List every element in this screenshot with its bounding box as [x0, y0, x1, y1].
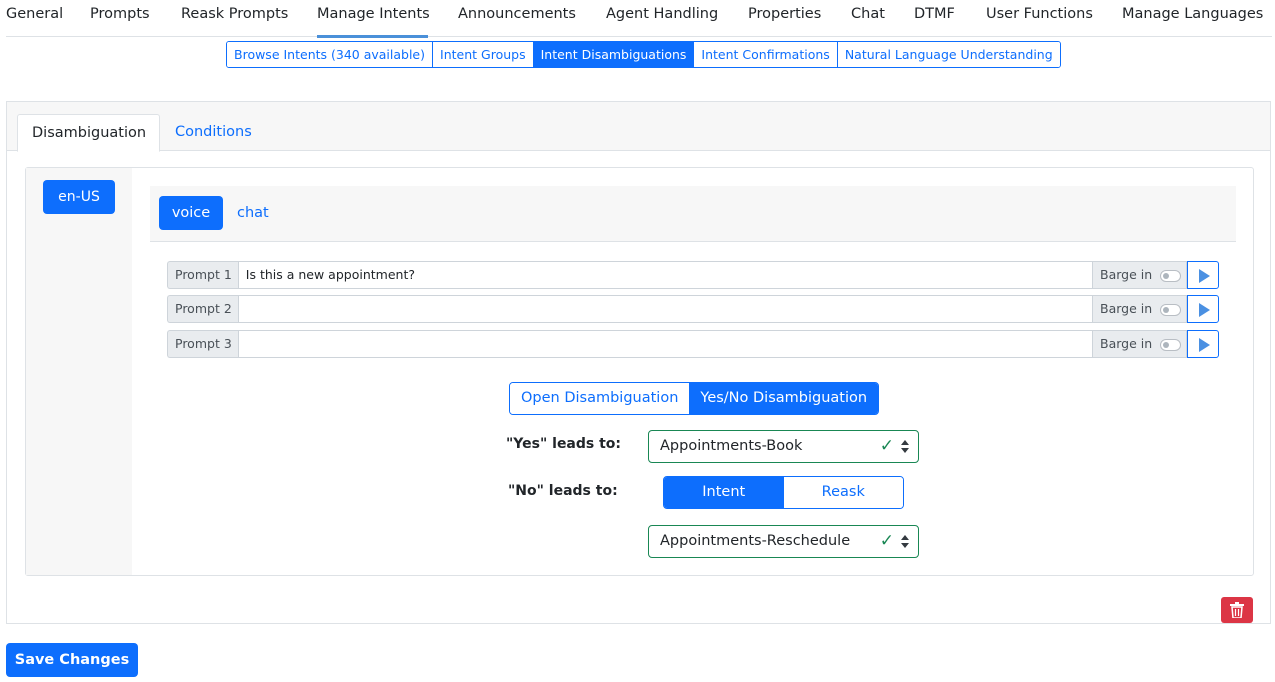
no-intent-select[interactable]: Appointments-Reschedule ✓	[648, 525, 919, 558]
language-column: en-US	[26, 168, 132, 575]
barge-in-toggle[interactable]	[1160, 339, 1181, 351]
prompt-label: Prompt 2	[167, 295, 238, 323]
prompt-row-2: Prompt 2 Barge in	[167, 295, 1219, 323]
panel-tab-bar: Disambiguation Conditions	[7, 102, 1270, 152]
no-action-group: Intent Reask	[663, 476, 904, 509]
prompt-label: Prompt 3	[167, 330, 238, 358]
trash-icon	[1230, 602, 1244, 618]
no-leads-to-label: "No" leads to:	[508, 483, 618, 499]
channel-tabs: voice chat	[150, 186, 1236, 242]
channel-chat-link[interactable]: chat	[237, 196, 269, 230]
prompt-1-input[interactable]: Is this a new appointment?	[237, 261, 1093, 289]
tab-conditions[interactable]: Conditions	[161, 114, 266, 152]
barge-in-toggle[interactable]	[1160, 270, 1181, 282]
play-icon[interactable]	[1187, 295, 1219, 323]
prompt-3-input[interactable]	[237, 330, 1093, 358]
top-nav: General Prompts Reask Prompts Manage Int…	[6, 0, 1272, 38]
subtab-intent-disambiguations[interactable]: Intent Disambiguations	[533, 42, 695, 67]
yes-intent-value: Appointments-Book	[660, 438, 803, 454]
barge-in-label: Barge in	[1100, 336, 1153, 351]
subtab-intent-groups[interactable]: Intent Groups	[433, 42, 534, 67]
no-intent-button[interactable]: Intent	[664, 477, 784, 508]
yesno-disambiguation-button[interactable]: Yes/No Disambiguation	[689, 383, 879, 414]
barge-in-toggle[interactable]	[1160, 304, 1181, 316]
prompt-2-input[interactable]	[237, 295, 1093, 323]
yes-intent-select[interactable]: Appointments-Book ✓	[648, 430, 919, 463]
sort-caret-icon	[901, 535, 909, 549]
prompt-label: Prompt 1	[167, 261, 238, 289]
sort-caret-icon	[901, 440, 909, 454]
language-button-en-us[interactable]: en-US	[43, 180, 115, 214]
intent-subtabs: Browse Intents (340 available) Intent Gr…	[226, 41, 1061, 68]
no-intent-value: Appointments-Reschedule	[660, 533, 851, 549]
language-card: en-US voice chat Prompt 1 Is this a new …	[25, 167, 1254, 576]
open-disambiguation-button[interactable]: Open Disambiguation	[510, 383, 690, 414]
barge-in-control: Barge in	[1093, 330, 1187, 358]
subtab-browse-intents[interactable]: Browse Intents (340 available)	[227, 42, 434, 67]
prompt-row-3: Prompt 3 Barge in	[167, 330, 1219, 358]
nav-general[interactable]: General	[6, 0, 90, 37]
nav-dtmf[interactable]: DTMF	[914, 0, 986, 37]
play-icon[interactable]	[1187, 330, 1219, 358]
yes-leads-to-label: "Yes" leads to:	[506, 436, 622, 452]
subtab-nlu[interactable]: Natural Language Understanding	[837, 42, 1060, 67]
check-icon: ✓	[879, 436, 894, 456]
barge-in-label: Barge in	[1100, 301, 1153, 316]
barge-in-control: Barge in	[1093, 261, 1187, 289]
delete-button[interactable]	[1221, 597, 1253, 623]
nav-agent-handling[interactable]: Agent Handling	[606, 0, 748, 37]
barge-in-control: Barge in	[1093, 295, 1187, 323]
no-reask-button[interactable]: Reask	[783, 477, 903, 508]
nav-properties[interactable]: Properties	[748, 0, 851, 37]
prompt-row-1: Prompt 1 Is this a new appointment? Barg…	[167, 261, 1219, 289]
nav-manage-intents[interactable]: Manage Intents	[317, 0, 430, 38]
channel-voice-button[interactable]: voice	[159, 196, 223, 230]
nav-announcements[interactable]: Announcements	[458, 0, 606, 37]
nav-user-functions[interactable]: User Functions	[986, 0, 1122, 37]
disambiguation-panel: Disambiguation Conditions en-US voice ch…	[6, 101, 1271, 624]
tab-disambiguation[interactable]: Disambiguation	[17, 114, 160, 152]
play-icon[interactable]	[1187, 261, 1219, 289]
check-icon: ✓	[879, 531, 894, 551]
disambiguation-mode-group: Open Disambiguation Yes/No Disambiguatio…	[509, 382, 880, 415]
subtab-intent-confirmations[interactable]: Intent Confirmations	[694, 42, 838, 67]
nav-prompts[interactable]: Prompts	[90, 0, 181, 37]
barge-in-label: Barge in	[1100, 267, 1153, 282]
nav-reask-prompts[interactable]: Reask Prompts	[181, 0, 317, 37]
save-changes-button[interactable]: Save Changes	[6, 643, 138, 677]
nav-manage-languages[interactable]: Manage Languages	[1122, 0, 1272, 37]
nav-chat[interactable]: Chat	[851, 0, 914, 37]
